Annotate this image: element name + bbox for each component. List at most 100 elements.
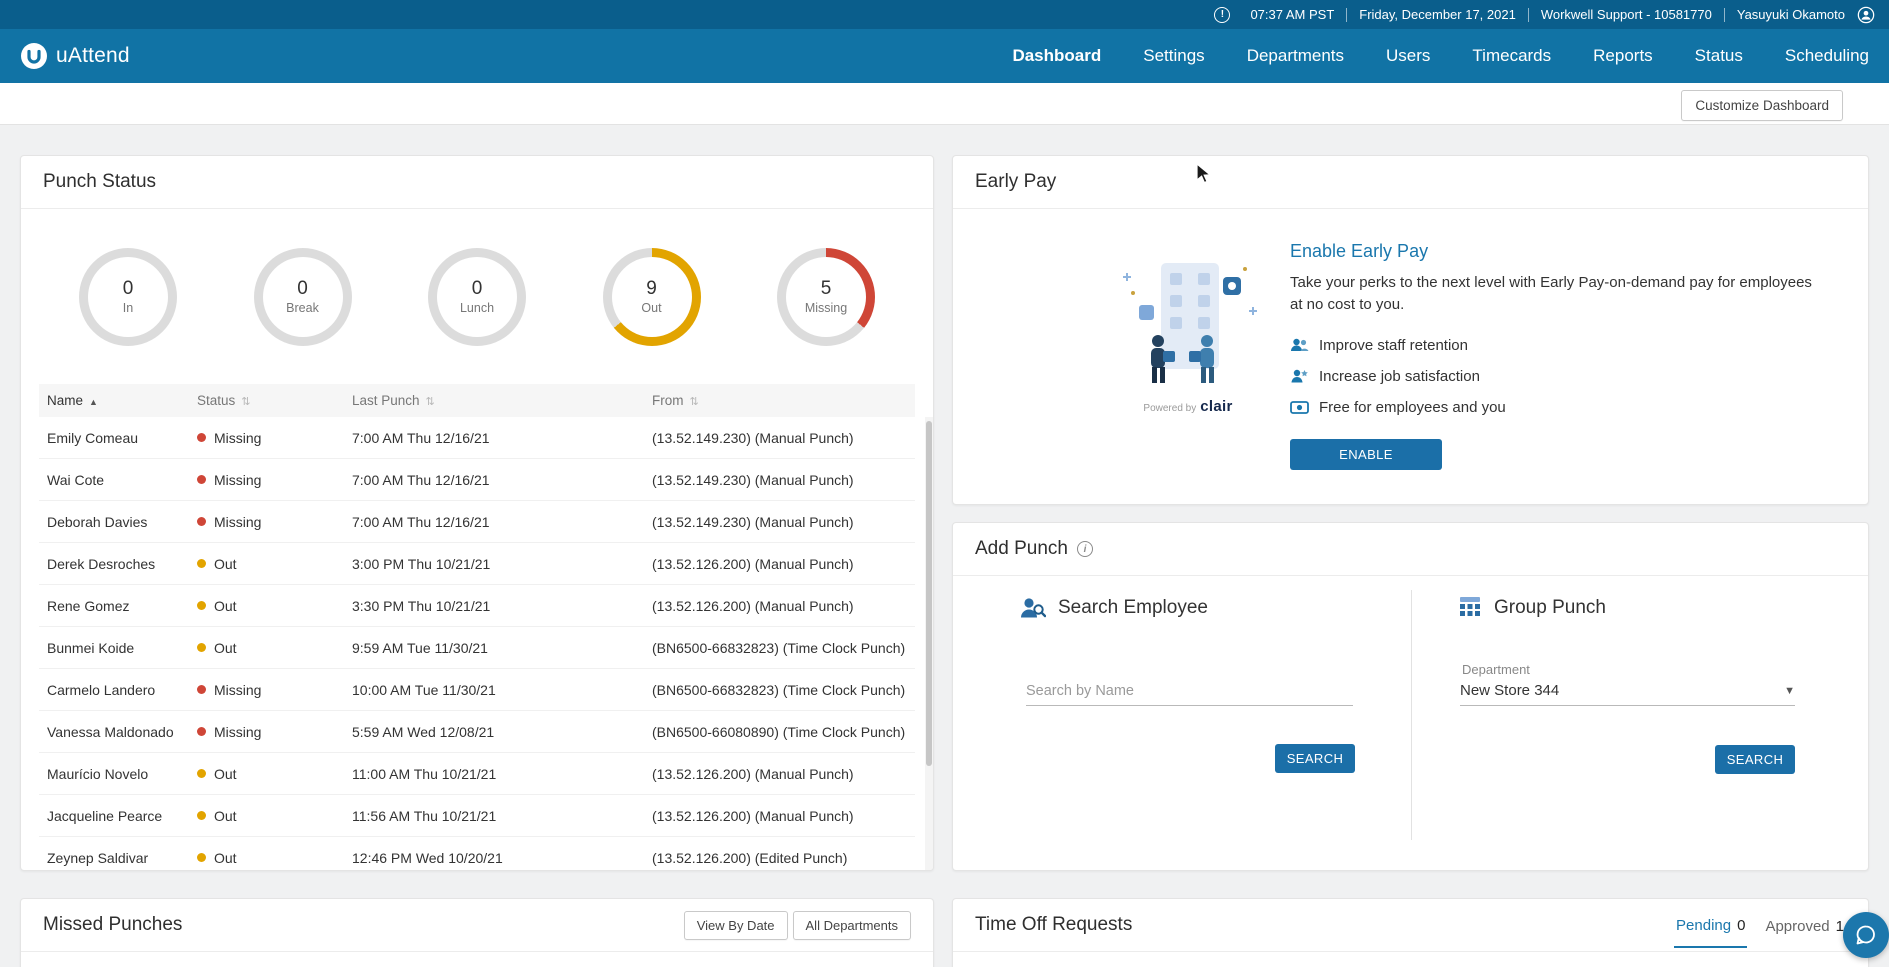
punch-source: (13.52.149.230) (Manual Punch)	[644, 426, 915, 450]
punch-table-header: Name▲ Status⇅ Last Punch⇅ From⇅	[39, 384, 915, 417]
all-departments-button[interactable]: All Departments	[793, 911, 911, 940]
last-punch: 7:00 AM Thu 12/16/21	[344, 510, 644, 534]
table-row[interactable]: Emily Comeau Missing 7:00 AM Thu 12/16/2…	[39, 417, 915, 459]
early-pay-description: Take your perks to the next level with E…	[1290, 272, 1828, 316]
add-punch-header: Add Punch i	[953, 523, 1868, 576]
view-by-date-button[interactable]: View By Date	[684, 911, 788, 940]
nav-item-dashboard[interactable]: Dashboard	[1012, 46, 1101, 66]
punch-table: Name▲ Status⇅ Last Punch⇅ From⇅ Emily Co…	[39, 384, 915, 871]
col-name[interactable]: Name▲	[39, 393, 189, 408]
employee-name: Maurício Novelo	[39, 762, 189, 786]
bullet-item: Increase job satisfaction	[1290, 361, 1828, 392]
last-punch: 7:00 AM Thu 12/16/21	[344, 426, 644, 450]
missed-punches-actions: View By Date All Departments	[684, 911, 911, 940]
user-avatar-icon[interactable]	[1857, 6, 1875, 24]
table-scrollbar-thumb[interactable]	[926, 421, 932, 766]
table-row[interactable]: Jacqueline Pearce Out 11:56 AM Thu 10/21…	[39, 795, 915, 837]
utility-bar: ! 07:37 AM PST Friday, December 17, 2021…	[0, 0, 1889, 29]
search-employee-button[interactable]: SEARCH	[1275, 744, 1355, 773]
table-row[interactable]: Wai Cote Missing 7:00 AM Thu 12/16/21 (1…	[39, 459, 915, 501]
divider	[1346, 8, 1347, 22]
status-dot	[197, 853, 206, 862]
nav-item-settings[interactable]: Settings	[1143, 46, 1204, 66]
department-select[interactable]: New Store 344 ▼	[1460, 676, 1795, 706]
donut-value: 0	[472, 278, 483, 300]
table-row[interactable]: Bunmei Koide Out 9:59 AM Tue 11/30/21 (B…	[39, 627, 915, 669]
status-dot	[197, 769, 206, 778]
department-value: New Store 344	[1460, 682, 1559, 699]
table-row[interactable]: Derek Desroches Out 3:00 PM Thu 10/21/21…	[39, 543, 915, 585]
uattend-dashboard-page: ! 07:37 AM PST Friday, December 17, 2021…	[0, 0, 1889, 967]
sort-icon[interactable]: ⇅	[426, 396, 435, 408]
sort-asc-icon[interactable]: ▲	[89, 397, 98, 407]
status-label: Out	[214, 640, 237, 656]
add-punch-body: Search Employee SEARCH Group Punch Depar…	[953, 576, 1868, 870]
nav-item-timecards[interactable]: Timecards	[1472, 46, 1551, 66]
table-row[interactable]: Maurício Novelo Out 11:00 AM Thu 10/21/2…	[39, 753, 915, 795]
sub-header: Customize Dashboard	[0, 83, 1889, 125]
last-punch: 11:56 AM Thu 10/21/21	[344, 804, 644, 828]
donut-value: 0	[297, 278, 308, 300]
donut-value: 0	[123, 278, 134, 300]
table-row[interactable]: Vanessa Maldonado Missing 5:59 AM Wed 12…	[39, 711, 915, 753]
tab-approved[interactable]: Approved 1	[1763, 904, 1846, 947]
last-punch: 3:30 PM Thu 10/21/21	[344, 594, 644, 618]
early-pay-body: Powered byclair Enable Early Pay Take yo…	[953, 209, 1868, 504]
col-from[interactable]: From⇅	[644, 393, 915, 408]
group-punch-search-button[interactable]: SEARCH	[1715, 745, 1795, 774]
user-name[interactable]: Yasuyuki Okamoto	[1737, 7, 1845, 22]
status-cell: Out	[189, 594, 344, 618]
enable-early-pay-heading[interactable]: Enable Early Pay	[1290, 241, 1828, 262]
status-label: Out	[214, 556, 237, 572]
table-row[interactable]: Carmelo Landero Missing 10:00 AM Tue 11/…	[39, 669, 915, 711]
bullet-label: Increase job satisfaction	[1319, 368, 1480, 385]
status-label: Out	[214, 808, 237, 824]
main-navbar: uAttend Dashboard Settings Departments U…	[0, 29, 1889, 83]
col-status[interactable]: Status⇅	[189, 393, 344, 408]
people-icon	[1290, 337, 1309, 354]
pending-count: 0	[1737, 917, 1745, 934]
sort-icon[interactable]: ⇅	[690, 396, 699, 408]
add-punch-card: Add Punch i Search Employee SEARCH	[952, 522, 1869, 871]
employee-name: Bunmei Koide	[39, 636, 189, 660]
status-cell: Missing	[189, 426, 344, 450]
employee-name: Rene Gomez	[39, 594, 189, 618]
col-last-punch[interactable]: Last Punch⇅	[344, 393, 644, 408]
nav-item-departments[interactable]: Departments	[1247, 46, 1344, 66]
table-row[interactable]: Deborah Davies Missing 7:00 AM Thu 12/16…	[39, 501, 915, 543]
last-punch: 11:00 AM Thu 10/21/21	[344, 762, 644, 786]
info-icon[interactable]: i	[1077, 541, 1093, 557]
search-employee-input[interactable]	[1026, 676, 1353, 706]
donut-value: 9	[646, 278, 657, 300]
sort-icon[interactable]: ⇅	[241, 396, 250, 408]
status-cell: Missing	[189, 510, 344, 534]
punch-source: (13.52.126.200) (Edited Punch)	[644, 846, 915, 870]
nav-links: Dashboard Settings Departments Users Tim…	[1012, 46, 1869, 66]
alert-icon[interactable]: !	[1214, 7, 1230, 23]
nav-item-status[interactable]: Status	[1695, 46, 1743, 66]
donut-label: Out	[641, 301, 661, 315]
table-row[interactable]: Zeynep Saldivar Out 12:46 PM Wed 10/20/2…	[39, 837, 915, 871]
nav-item-reports[interactable]: Reports	[1593, 46, 1653, 66]
status-cell: Out	[189, 636, 344, 660]
table-row[interactable]: Rene Gomez Out 3:30 PM Thu 10/21/21 (13.…	[39, 585, 915, 627]
status-label: Out	[214, 850, 237, 866]
search-employee-heading: Search Employee	[1019, 596, 1208, 620]
vertical-divider	[1411, 590, 1412, 840]
chat-button[interactable]	[1843, 912, 1889, 958]
nav-item-users[interactable]: Users	[1386, 46, 1430, 66]
status-label: Out	[214, 598, 237, 614]
punch-source: (13.52.149.230) (Manual Punch)	[644, 510, 915, 534]
donut-in: 0In	[79, 248, 177, 346]
employee-name: Zeynep Saldivar	[39, 846, 189, 870]
status-cell: Out	[189, 552, 344, 576]
punch-source: (BN6500-66832823) (Time Clock Punch)	[644, 636, 915, 660]
clock-time: 07:37 AM PST	[1250, 7, 1334, 22]
customize-dashboard-button[interactable]: Customize Dashboard	[1681, 90, 1843, 121]
tab-pending[interactable]: Pending 0	[1674, 903, 1747, 948]
enable-button[interactable]: ENABLE	[1290, 439, 1442, 470]
early-pay-bullets: Improve staff retention Increase job sat…	[1290, 330, 1828, 423]
status-cell: Missing	[189, 678, 344, 702]
nav-item-scheduling[interactable]: Scheduling	[1785, 46, 1869, 66]
brand[interactable]: uAttend	[20, 42, 130, 70]
